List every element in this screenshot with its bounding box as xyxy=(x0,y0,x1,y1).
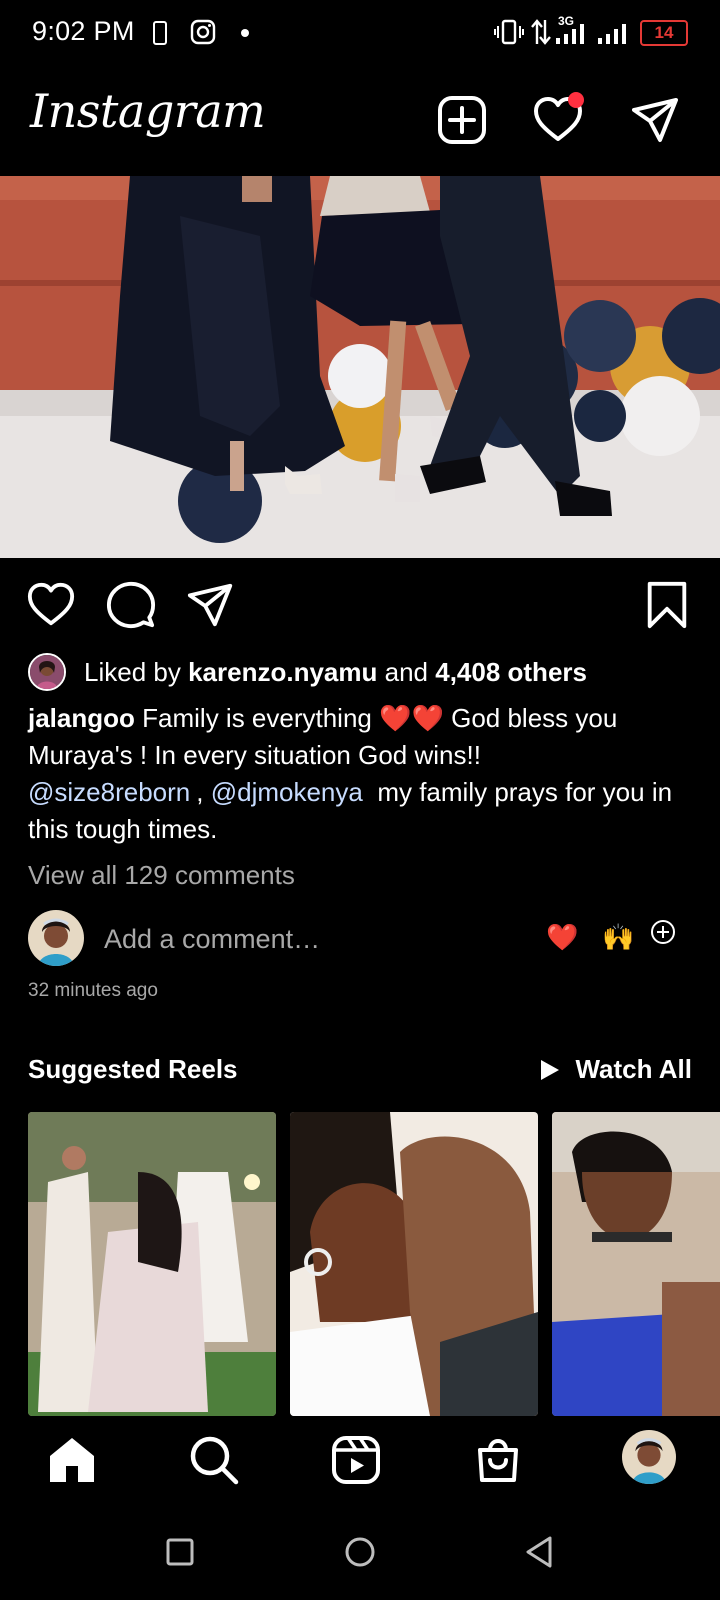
avatar xyxy=(28,910,84,966)
share-icon[interactable] xyxy=(186,580,236,630)
notification-dot xyxy=(568,92,584,108)
reel-image xyxy=(28,1112,276,1416)
shop-icon[interactable] xyxy=(472,1434,524,1486)
comment-icon[interactable] xyxy=(106,580,156,630)
battery-level: 14 xyxy=(654,23,674,42)
mention-link[interactable]: @djmokenya xyxy=(211,777,363,807)
suggested-reels-title: Suggested Reels xyxy=(28,1054,238,1084)
post-timestamp: 32 minutes ago xyxy=(28,980,158,1001)
profile-avatar[interactable] xyxy=(622,1430,676,1484)
post-caption: jalangoo Family is everything ❤️❤️ God b… xyxy=(28,700,700,848)
dot-icon xyxy=(241,29,249,37)
home-icon[interactable] xyxy=(46,1434,98,1486)
app-header: Instagram xyxy=(0,70,720,176)
system-nav-bar xyxy=(0,1506,720,1600)
quick-reaction-raised-hands[interactable]: 🙌 xyxy=(602,922,634,953)
liked-by-and: and xyxy=(384,656,428,687)
search-icon[interactable] xyxy=(188,1434,240,1486)
reel-image xyxy=(552,1112,720,1416)
play-icon xyxy=(541,1059,560,1080)
add-comment-row: Add a comment… ❤️ 🙌 xyxy=(28,910,700,966)
liked-by-user[interactable]: karenzo.nyamu xyxy=(188,657,377,688)
watch-all-button[interactable]: Watch All xyxy=(539,1054,692,1085)
status-time: 9:02 PM xyxy=(32,16,135,46)
caption-username[interactable]: jalangoo xyxy=(28,703,135,733)
watch-all-label: Watch All xyxy=(575,1054,692,1084)
recents-icon[interactable] xyxy=(160,1532,200,1572)
data-arrows-icon xyxy=(531,19,551,45)
likes-row[interactable]: Liked by karenzo.nyamu and 4,408 others xyxy=(28,652,587,692)
post-photo xyxy=(0,176,720,558)
post-actions xyxy=(0,576,720,632)
activity-button[interactable] xyxy=(532,92,584,146)
liked-by-prefix: Liked by xyxy=(84,656,181,687)
reel-image xyxy=(290,1112,538,1416)
bottom-nav xyxy=(0,1416,720,1506)
reels-icon[interactable] xyxy=(330,1434,382,1486)
home-circle-icon[interactable] xyxy=(340,1532,380,1572)
liker-avatar-image xyxy=(30,655,64,689)
liked-by-others[interactable]: 4,408 others xyxy=(435,657,587,688)
signal-icon xyxy=(598,24,626,44)
comment-input[interactable]: Add a comment… xyxy=(104,924,320,955)
user-avatar-image xyxy=(28,910,84,966)
like-heart-icon[interactable] xyxy=(26,580,76,630)
reel-thumbnail[interactable] xyxy=(290,1112,538,1416)
reel-thumbnail[interactable] xyxy=(28,1112,276,1416)
caption-hearts: ❤️❤️ xyxy=(379,703,444,733)
liker-avatar[interactable] xyxy=(28,653,66,691)
caption-text: Family is everything xyxy=(142,703,372,733)
signal-icon xyxy=(556,24,584,44)
vibrate-icon xyxy=(494,19,524,45)
instagram-icon xyxy=(190,19,216,45)
status-bar: 9:02 PM 3G 14 xyxy=(0,0,720,64)
plus-circle-icon[interactable] xyxy=(650,919,676,945)
view-all-comments-link[interactable]: View all 129 comments xyxy=(28,860,295,891)
bookmark-icon[interactable] xyxy=(642,580,692,630)
mention-link[interactable]: @size8reborn xyxy=(28,777,190,807)
phone-icon xyxy=(153,21,167,45)
post-image[interactable] xyxy=(0,176,720,558)
back-icon[interactable] xyxy=(520,1532,560,1572)
plus-square-icon[interactable] xyxy=(436,94,488,146)
reel-thumbnail[interactable] xyxy=(552,1112,720,1416)
caption-comma: , xyxy=(196,777,204,807)
quick-reaction-heart[interactable]: ❤️ xyxy=(546,922,578,953)
profile-avatar-image xyxy=(622,1430,676,1484)
paper-plane-icon[interactable] xyxy=(630,94,682,146)
suggested-reels-header: Suggested Reels Watch All xyxy=(28,1054,692,1090)
instagram-logo[interactable]: Instagram xyxy=(30,84,266,138)
battery-icon: 14 xyxy=(640,20,688,46)
